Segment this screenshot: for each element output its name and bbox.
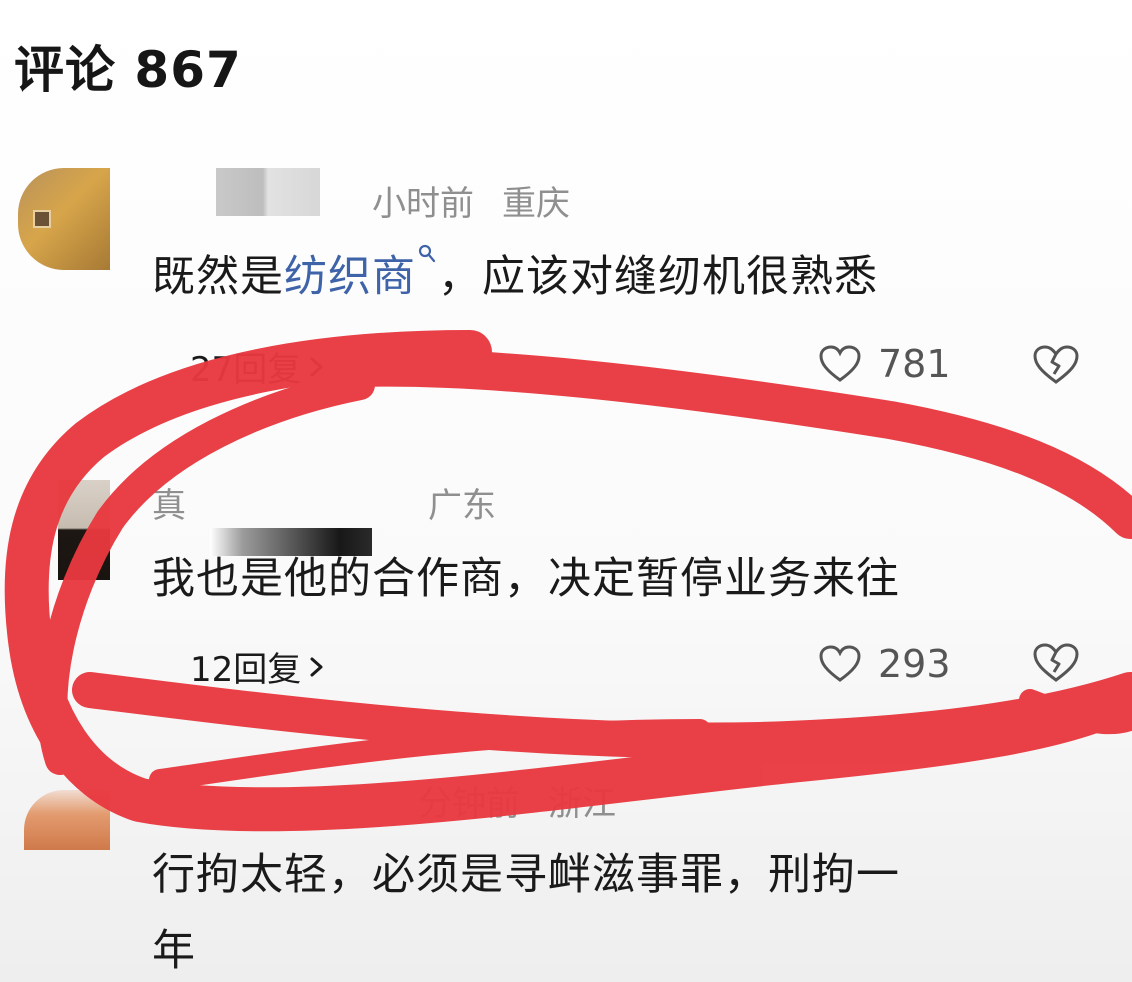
comment-time: 小时前 [372, 184, 474, 224]
replies-link[interactable]: 27回复 [190, 342, 325, 391]
comment-text-line-1: 行拘太轻，必须是寻衅滋事罪，刑拘一 [152, 850, 900, 900]
blurred-username[interactable] [216, 168, 320, 216]
avatar-pin-icon [33, 210, 51, 228]
avatar[interactable] [58, 480, 110, 580]
broken-heart-icon [1032, 642, 1080, 684]
replies-link[interactable]: 12回复 [190, 642, 325, 691]
comment-location: 重庆 [502, 184, 570, 224]
chevron-right-icon [309, 656, 325, 678]
like-button[interactable]: 781 [818, 342, 951, 386]
avatar[interactable] [24, 790, 110, 850]
replies-count: 27回复 [190, 350, 302, 390]
like-count: 781 [878, 342, 951, 386]
comments-page: 评论 867 小时前 重庆 既然是纺织商 ，应该对缝纫机很熟悉 27回复 781 真… [0, 0, 1132, 982]
comment-location: 浙江 [548, 784, 616, 824]
dislike-button[interactable] [1032, 344, 1080, 386]
comment-meta: 分钟前 浙江 [418, 776, 616, 825]
heart-outline-icon [818, 644, 862, 684]
like-button[interactable]: 293 [818, 642, 951, 686]
search-link[interactable]: 纺织商 [284, 252, 416, 302]
comment-location: 广东 [428, 486, 496, 526]
comments-header-title: 评论 867 [14, 41, 242, 99]
comment-meta: 小时前 重庆 [372, 176, 570, 225]
comment-text-after: ，应该对缝纫机很熟悉 [438, 252, 878, 302]
comment-time: 分钟前 [418, 784, 520, 824]
heart-outline-icon [818, 344, 862, 384]
broken-heart-icon [1032, 344, 1080, 386]
comment-text-before: 既然是 [152, 252, 284, 302]
search-icon[interactable] [416, 242, 438, 282]
dislike-button[interactable] [1032, 642, 1080, 684]
comment-username[interactable]: 真 [152, 478, 186, 527]
comment-text: 我也是他的合作商，决定暂停业务来往 [152, 554, 900, 604]
comment-meta: 广东 [428, 478, 496, 527]
avatar[interactable] [18, 168, 110, 270]
like-count: 293 [878, 642, 951, 686]
comment-text: 既然是纺织商 ，应该对缝纫机很熟悉 [152, 242, 878, 304]
comment-text-line-2: 年 [152, 926, 196, 976]
chevron-right-icon [309, 356, 325, 378]
replies-count: 12回复 [190, 650, 302, 690]
